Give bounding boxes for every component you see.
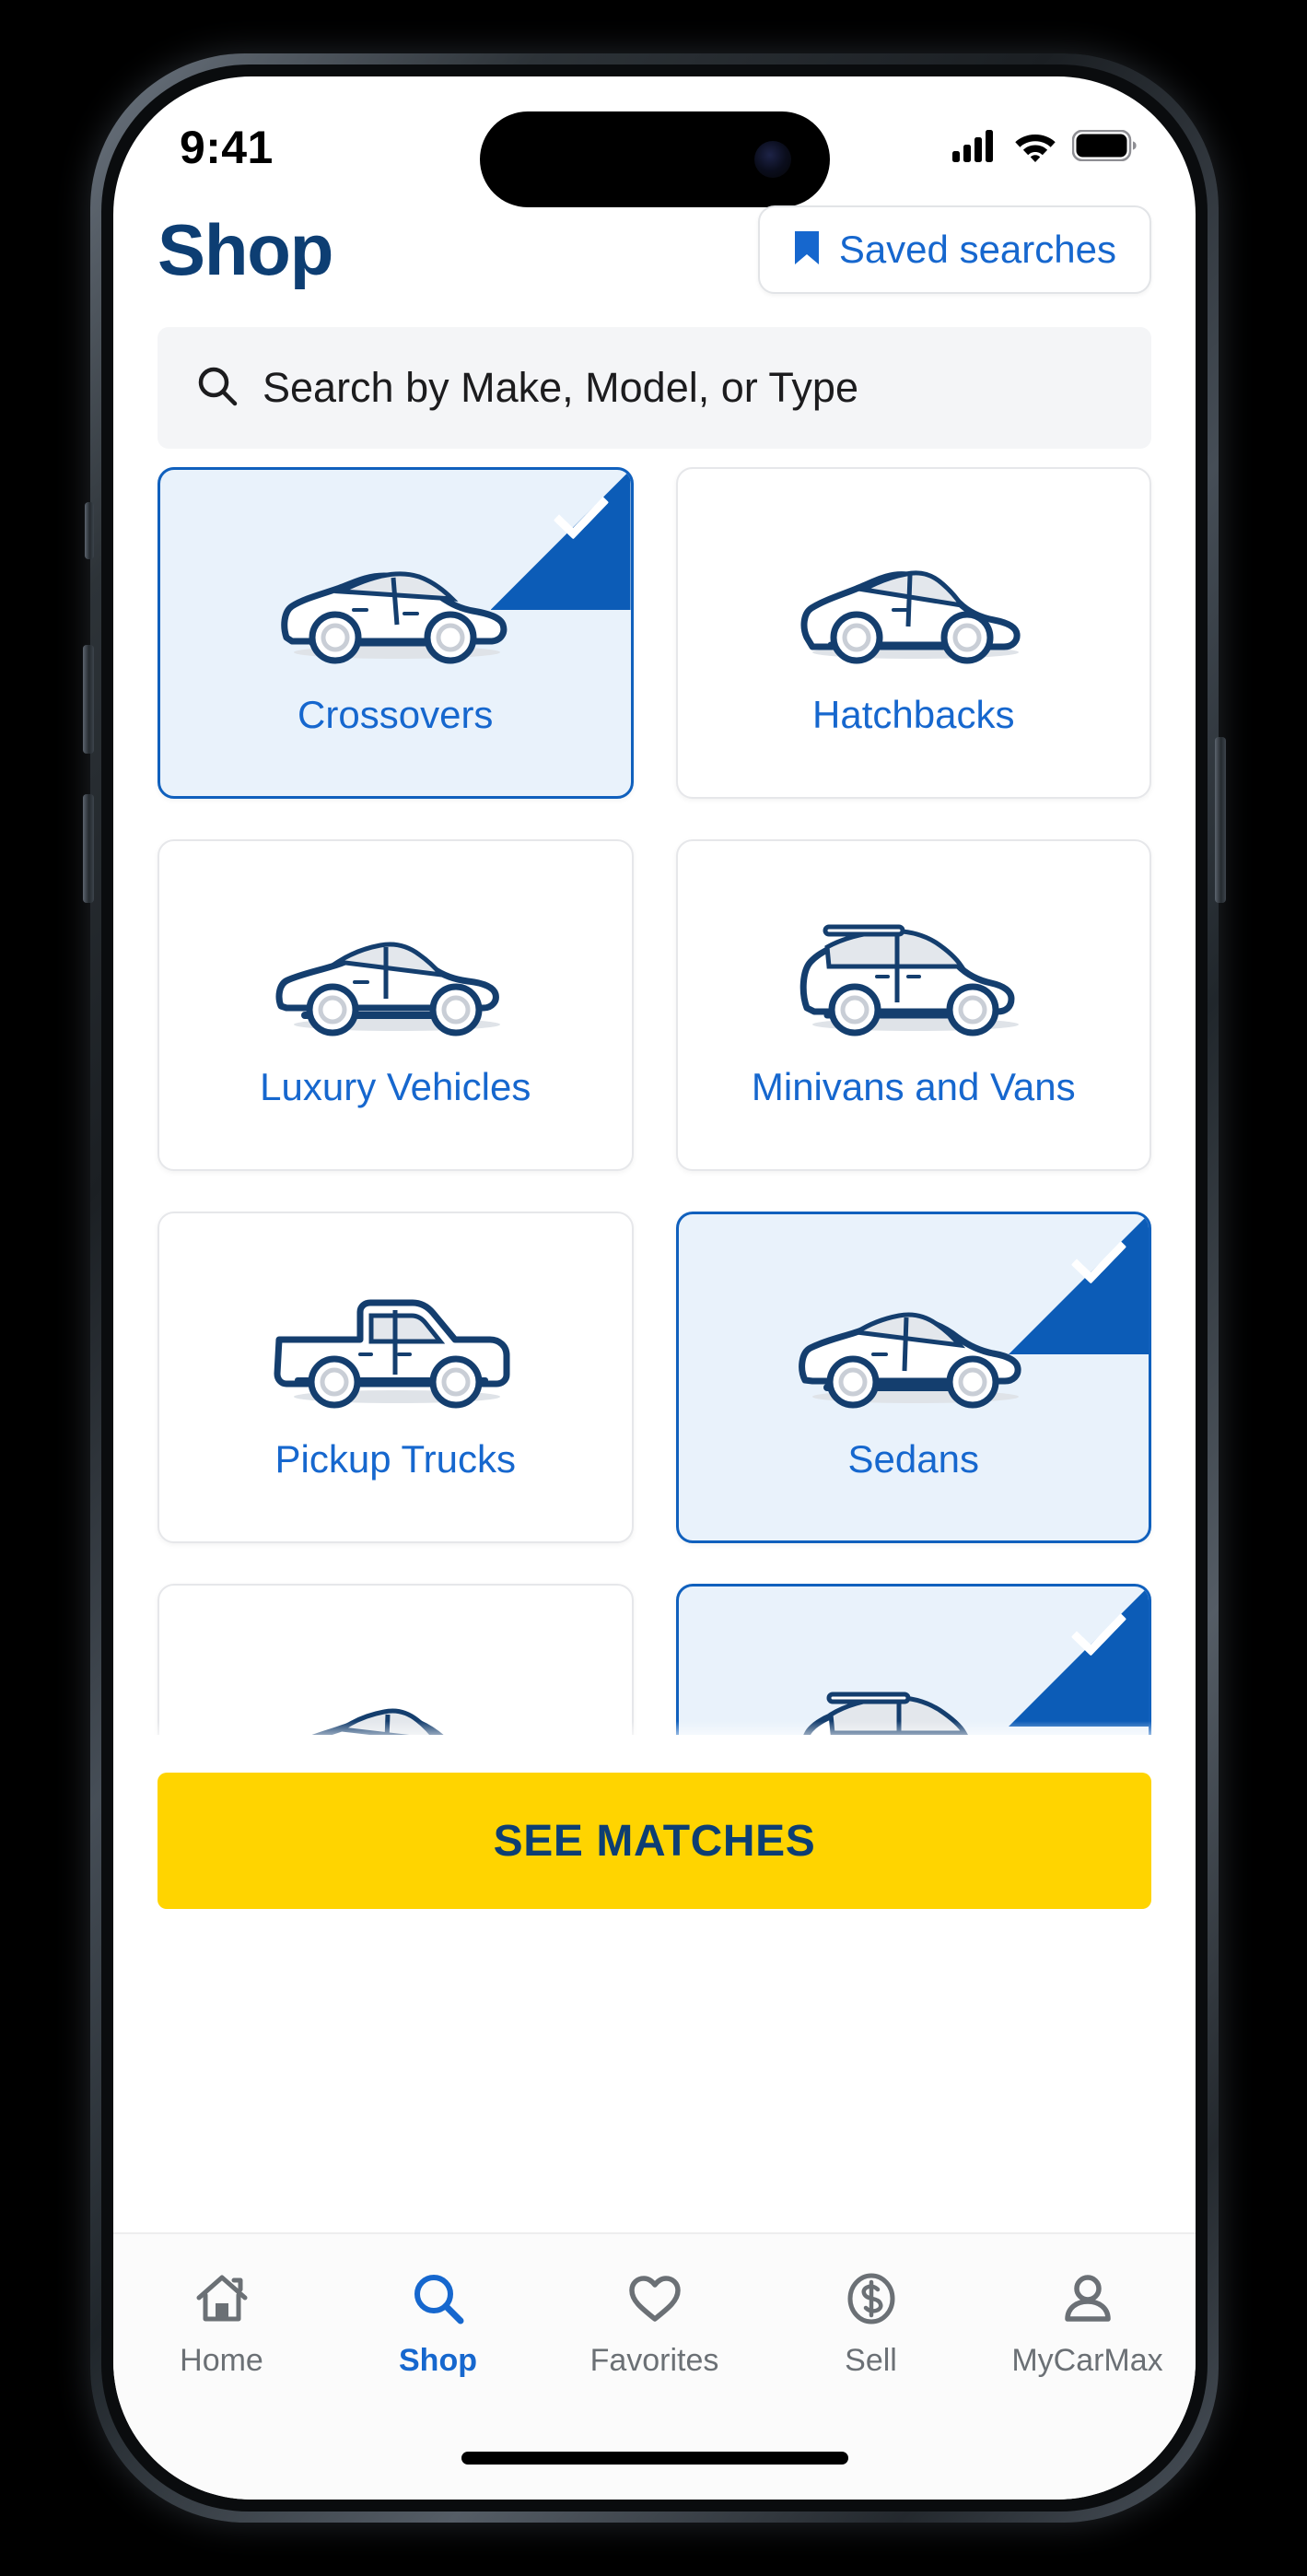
vehicle-type-card[interactable]: Sedans [675,1212,1151,1543]
search-icon [196,365,239,412]
silent-switch[interactable] [85,502,94,559]
selected-check-icon [1009,1214,1149,1354]
bookmark-icon [793,229,821,271]
selected-check-icon [1009,1587,1149,1727]
tab-label: Favorites [589,2343,719,2378]
vehicle-type-card[interactable]: Luxury Vehicles [158,839,634,1171]
battery-icon [1071,129,1137,166]
heart-icon [626,2267,683,2330]
vehicle-type-label: Luxury Vehicles [260,1064,531,1108]
vehicle-type-label: Crossovers [298,692,494,736]
vehicle-type-label: Hatchbacks [812,692,1015,736]
tab-item-sell[interactable]: Sell [779,2267,963,2379]
saved-searches-button[interactable]: Saved searches [757,205,1151,294]
vehicle-type-label: Pickup Trucks [274,1436,516,1481]
vehicle-type-card[interactable]: Pickup Trucks [158,1212,634,1543]
pickup-illustration [257,1274,533,1422]
search-input[interactable]: Search by Make, Model, or Type [158,327,1151,449]
tab-item-home[interactable]: Home [130,2267,314,2379]
tab-item-shop[interactable]: Shop [346,2267,531,2379]
see-matches-button[interactable]: SEE MATCHES [158,1773,1151,1909]
front-camera-icon [753,141,791,178]
dollar-circle-icon [843,2267,900,2330]
wifi-icon [1013,129,1057,167]
tab-item-mycarmax[interactable]: MyCarMax [996,2267,1180,2379]
vehicle-type-card[interactable]: Crossovers [158,467,634,799]
tab-item-favorites[interactable]: Favorites [563,2267,747,2379]
person-icon [1059,2267,1116,2330]
minivan-illustration [776,902,1052,1049]
tab-label: Sell [845,2343,897,2378]
vehicle-type-card[interactable] [158,1584,634,1749]
selected-check-icon [490,470,631,610]
screenshot-canvas: 9:41 Shop Saved searches Search by Make,… [0,0,1307,2576]
tab-label: MyCarMax [1011,2343,1163,2378]
cta-zone: SEE MATCHES [113,1735,1196,1947]
vehicle-type-label: Minivans and Vans [751,1064,1076,1108]
power-button[interactable] [1215,737,1226,903]
volume-up-button[interactable] [83,645,94,754]
vehicle-type-card[interactable] [675,1584,1151,1749]
saved-searches-label: Saved searches [838,228,1116,271]
vehicle-type-grid-scroll[interactable]: Crossovers Hatchbacks Luxury Vehicles Mi… [113,467,1196,1749]
phone-screen: 9:41 Shop Saved searches Search by Make,… [113,76,1196,2500]
status-time: 9:41 [180,122,274,173]
status-indicators [952,129,1137,167]
home-indicator[interactable] [461,2452,848,2465]
vehicle-type-label: Sedans [847,1436,979,1481]
vehicle-type-grid: Crossovers Hatchbacks Luxury Vehicles Mi… [113,467,1196,1749]
search-placeholder: Search by Make, Model, or Type [263,364,858,411]
volume-down-button[interactable] [83,794,94,903]
tab-label: Home [180,2343,263,2378]
search-icon [410,2267,467,2330]
vehicle-type-card[interactable]: Minivans and Vans [675,839,1151,1171]
page-title: Shop [158,209,333,290]
hatchback-illustration [776,530,1052,677]
luxury-illustration [257,902,533,1049]
home-icon [193,2267,251,2330]
cellular-signal-icon [952,129,998,167]
tab-label: Shop [399,2343,477,2378]
app-header: Shop Saved searches [113,185,1196,314]
vehicle-type-card[interactable]: Hatchbacks [675,467,1151,799]
